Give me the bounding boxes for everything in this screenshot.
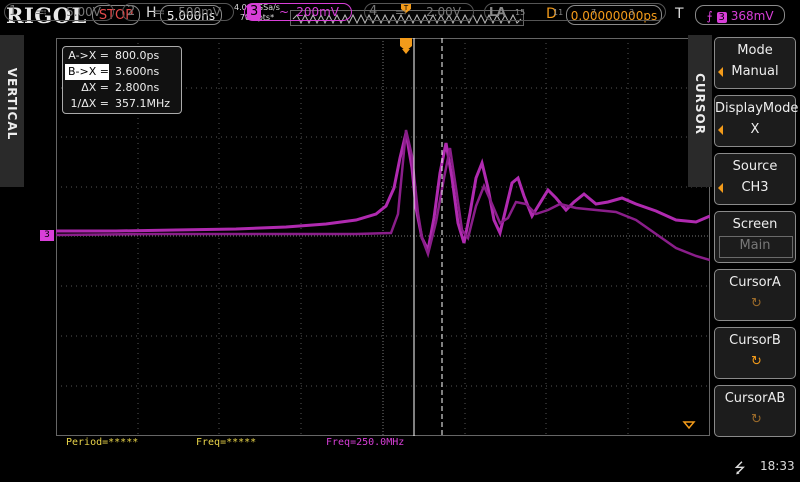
channel-scale: 5.00V bbox=[66, 5, 101, 19]
channel-3-status[interactable]: 3 ~ 200mV bbox=[244, 3, 352, 21]
channel-scale: 500mV bbox=[178, 5, 221, 19]
trigger-level-marker-icon bbox=[682, 421, 696, 430]
la-tick: 11 bbox=[553, 8, 564, 17]
system-clock: 18:33 bbox=[760, 459, 795, 473]
channel-scale: 2.00V bbox=[426, 5, 461, 19]
readout-value: 2.800ns bbox=[115, 81, 160, 94]
trigger-settings[interactable]: ⨍ 3 368mV bbox=[695, 5, 785, 25]
readout-value: 3.600ns bbox=[115, 65, 160, 78]
period-measure: Period=***** bbox=[66, 437, 139, 448]
channel-number: 4 bbox=[369, 4, 378, 19]
knob-icon: ↻ bbox=[751, 412, 762, 427]
menu-value: Main bbox=[739, 238, 771, 253]
la-tick: 15 bbox=[515, 8, 526, 17]
mode-menu[interactable]: Mode Manual bbox=[714, 37, 796, 89]
channel-number: 2 bbox=[127, 4, 136, 19]
channel-1-status[interactable]: 1 ≕ 5.00V bbox=[4, 3, 114, 21]
la-tick: 7 bbox=[591, 8, 597, 17]
ch3-marker-label: 3 bbox=[44, 230, 50, 240]
coupling-icon: ≕ bbox=[153, 5, 165, 19]
menu-title: Mode bbox=[737, 43, 773, 58]
channel-2-status[interactable]: 2 ≕ 500mV bbox=[122, 3, 234, 21]
readout-b: B->X = 3.600ns bbox=[65, 64, 179, 80]
readout-label: ΔX = bbox=[81, 81, 109, 94]
readout-a: A->X = 800.0ps bbox=[65, 48, 179, 64]
la-label: LA bbox=[489, 5, 506, 19]
cursor-ab-menu[interactable]: CursorAB ↻ bbox=[714, 385, 796, 437]
trigger-marker-icon bbox=[400, 38, 412, 54]
coupling-icon: ≕ bbox=[35, 5, 47, 19]
menu-title: DisplayMode bbox=[715, 101, 799, 116]
menu-title: CursorA bbox=[729, 275, 781, 290]
trigger-channel-badge: 3 bbox=[716, 12, 727, 23]
ch3-offset-marker[interactable]: 3 bbox=[40, 230, 54, 241]
trigger-level: 368mV bbox=[730, 9, 774, 23]
cursor-menu-tab[interactable]: CURSOR bbox=[688, 35, 712, 187]
source-menu[interactable]: Source CH3 bbox=[714, 153, 796, 205]
readout-label: 1/ΔX = bbox=[70, 97, 109, 110]
menu-value: Manual bbox=[731, 64, 779, 79]
coupling-icon: ≕ bbox=[395, 5, 407, 19]
rising-edge-icon: ⨍ bbox=[706, 9, 713, 23]
menu-title: Screen bbox=[732, 217, 778, 232]
logic-analyzer-status[interactable]: LA 15 11 7 3 bbox=[484, 3, 666, 21]
display-mode-menu[interactable]: DisplayMode X bbox=[714, 95, 799, 147]
readout-freq: 1/ΔX = 357.1MHz bbox=[65, 96, 179, 112]
menu-title: CursorB bbox=[729, 333, 781, 348]
menu-title: CursorAB bbox=[724, 391, 786, 406]
vertical-menu-tab[interactable]: VERTICAL bbox=[0, 35, 24, 187]
channel-scale: 200mV bbox=[296, 5, 339, 19]
readout-value: 800.0ps bbox=[115, 49, 160, 62]
channel-status-bar bbox=[0, 455, 800, 480]
screen-menu[interactable]: Screen Main bbox=[714, 211, 796, 263]
vertical-tab-label: VERTICAL bbox=[5, 67, 19, 141]
channel-number: 3 bbox=[247, 4, 262, 20]
knob-icon: ↻ bbox=[751, 354, 762, 369]
readout-label: B->X = bbox=[65, 64, 109, 80]
la-tick: 3 bbox=[629, 8, 635, 17]
cursor-b-menu[interactable]: CursorB ↻ bbox=[714, 327, 796, 379]
channel-4-status[interactable]: 4 ≕ 2.00V bbox=[364, 3, 474, 21]
menu-value: X bbox=[750, 122, 760, 137]
knob-icon: ↻ bbox=[751, 296, 762, 311]
measurement-bar: Period=***** Freq=***** Freq=250.0MHz bbox=[56, 437, 710, 451]
freq-measure: Freq=***** bbox=[196, 437, 257, 448]
readout-value: 357.1MHz bbox=[115, 97, 171, 110]
menu-title: Source bbox=[732, 159, 778, 174]
channel-number: 1 bbox=[9, 4, 18, 19]
usb-icon: ⭍ bbox=[734, 461, 746, 477]
coupling-icon: ~ bbox=[279, 5, 290, 19]
readout-dx: ΔX = 2.800ns bbox=[65, 80, 179, 96]
cursor-tab-label: CURSOR bbox=[693, 73, 707, 135]
ch3-freq-measure: Freq=250.0MHz bbox=[326, 437, 405, 448]
readout-label: A->X = bbox=[68, 49, 109, 62]
trigger-label: T bbox=[675, 6, 684, 22]
menu-value: CH3 bbox=[741, 180, 769, 195]
cursor-readout: A->X = 800.0ps B->X = 3.600ns ΔX = 2.800ns … bbox=[62, 46, 182, 114]
cursor-a-menu[interactable]: CursorA ↻ bbox=[714, 269, 796, 321]
